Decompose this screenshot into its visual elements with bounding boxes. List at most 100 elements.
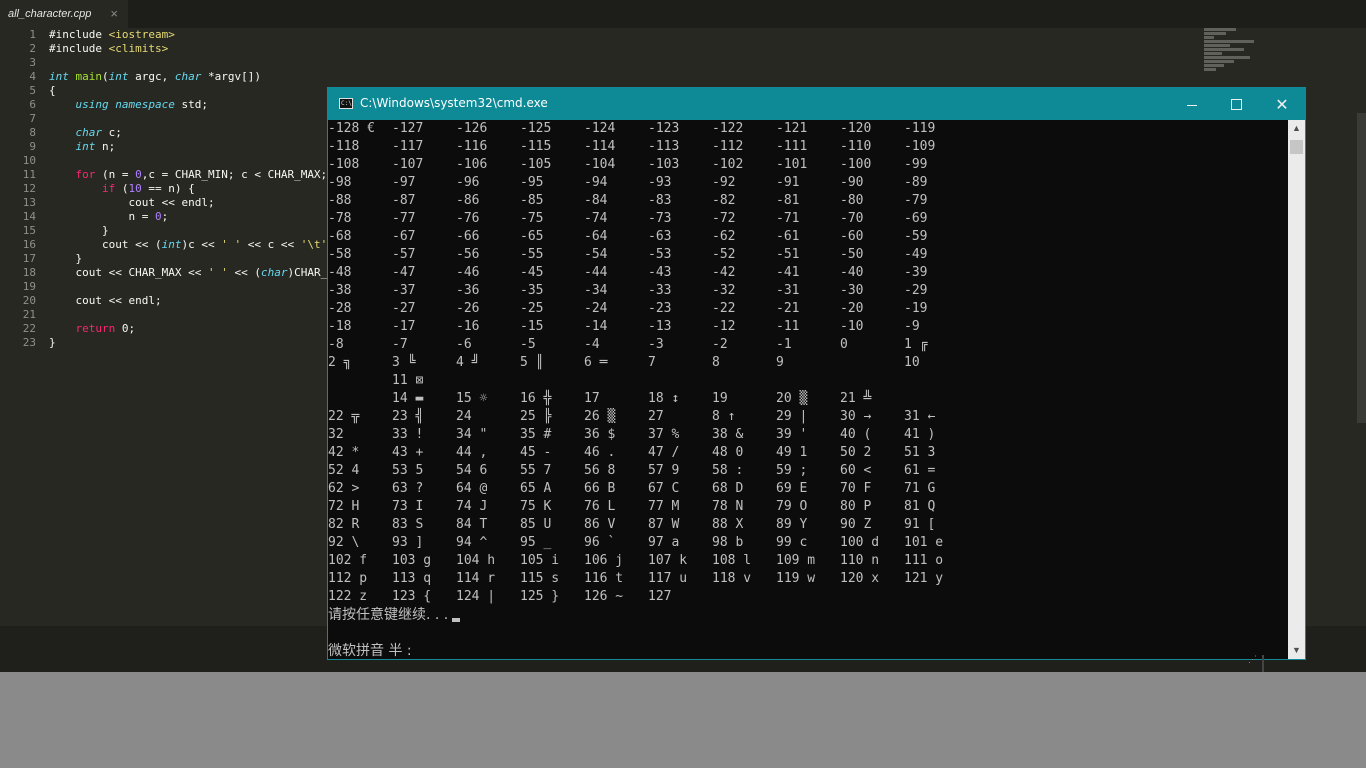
console-cell: 91 [ [904,517,936,532]
console-row: -98 -97 -96 -95 -94 -93 -92 -91 -90 -89 [328,174,1288,192]
code-line[interactable] [49,56,407,70]
console-cell: 89 Y [776,517,808,532]
console-row: 122 z 123 {124 | 125 } 126 ~ 127 [328,588,1288,606]
console-cell: -81 [776,193,800,208]
console-cell: -124 [584,121,616,136]
line-number-gutter: 1 2 3 4 5 6 7 8 9 10 11 12 13 14 15 16 17 18 19 20 21 22 23 [0,28,36,350]
console-cell: -88 [328,193,352,208]
code-line[interactable]: #include <climits> [49,42,407,56]
console-cell: -38 [328,283,352,298]
console-cell: 125 } [520,589,560,604]
console-cell: -26 [456,301,480,316]
line-number: 22 [22,322,36,335]
console-cell: -128 € [328,121,375,136]
console-cell: -14 [584,319,608,334]
console-cell: 119 w [776,571,816,586]
console-cell: -30 [840,283,864,298]
console-cell: -59 [904,229,928,244]
console-cell: -77 [392,211,416,226]
maximize-button[interactable] [1214,88,1258,120]
line-number: 8 [29,126,36,139]
maximize-icon [1230,98,1242,110]
console-cell: 66 B [584,481,616,496]
scroll-down-icon[interactable]: ▼ [1288,642,1305,659]
console-cell: 72 H [328,499,360,514]
console-cell: 45 - [520,445,552,460]
console-cell: -111 [776,139,808,154]
console-cell: -54 [584,247,608,262]
line-number: 18 [22,266,36,279]
console-cell: 20 ▒ [776,391,808,406]
console-cell: 14 ▬ [392,391,424,406]
console-cell: 106 j [584,553,624,568]
console-cell: -12 [712,319,736,334]
line-number: 14 [22,210,36,223]
console-cell: 81 Q [904,499,936,514]
resize-grip-icon[interactable]: ⋰ [1248,655,1257,665]
code-line[interactable]: #include <iostream> [49,28,407,42]
console-cell: 98 b [712,535,744,550]
console-cell: -95 [520,175,544,190]
console-cell: -2 [712,337,728,352]
console-row: 14 ▬ 15 ☼ 16 ╬ 17 18 ↕ 19 20 ▒ 21 ╩ [328,390,1288,408]
console-cell: -120 [840,121,872,136]
minimize-button[interactable] [1170,88,1214,120]
console-cell: -43 [648,265,672,280]
console-cell: -36 [456,283,480,298]
console-cell: -23 [648,301,672,316]
line-number: 2 [29,42,36,55]
minimap[interactable] [1204,28,1262,76]
console-cell: -51 [776,247,800,262]
close-button[interactable]: ✕ [1260,88,1304,120]
console-output[interactable]: -128 € -127 -126 -125 -124 -123 -122 -121 -120 -1… [328,120,1288,659]
cmd-title-bar[interactable]: C:\ C:\Windows\system32\cmd.exe ✕ [328,88,1305,120]
console-row: 2 ╗ 3 ╚ 4 ╝ 5 ║ 6 ═ 7 8 9 10 [328,354,1288,372]
console-row: 62 > 63 ? 64 @ 65 A 66 B 67 C 68 D 69 E 70 F 71 G [328,480,1288,498]
line-number: 5 [29,84,36,97]
editor-tab-bar: all_character.cpp × [0,0,1366,28]
close-tab-icon[interactable]: × [110,6,118,21]
console-cell: 126 ~ [584,589,624,604]
console-cell: -105 [520,157,552,172]
console-cell: -101 [776,157,808,172]
cmd-window[interactable]: C:\ C:\Windows\system32\cmd.exe ✕ -128 €… [327,87,1306,665]
console-cell: 104 h [456,553,496,568]
console-cell: -39 [904,265,928,280]
scroll-up-icon[interactable]: ▲ [1288,120,1305,137]
console-cell: -117 [392,139,424,154]
console-cell: 64 @ [456,481,488,496]
console-cell: 61 = [904,463,936,478]
console-row: -128 € -127 -126 -125 -124 -123 -122 -121 -120 -1… [328,120,1288,138]
console-cell: 76 L [584,499,616,514]
console-cell: 69 E [776,481,808,496]
console-scrollbar[interactable]: ▲ ▼ [1288,120,1305,659]
console-cell: -1 [776,337,792,352]
console-cell: 79 O [776,499,808,514]
console-cell: -122 [712,121,744,136]
console-row: 52 4 53 5 54 6 55 7 56 8 57 9 58 : 59 ; 60 < 61 = [328,462,1288,480]
console-cell: 96 ` [584,535,616,550]
console-cell: 117 u [648,571,688,586]
console-cell: 80 P [840,499,872,514]
console-cell: -76 [456,211,480,226]
window-edge [1262,655,1264,672]
console-cell: 33 ! [392,427,424,442]
console-row: -28 -27 -26 -25 -24 -23 -22 -21 -20 -19 [328,300,1288,318]
console-cell: -103 [648,157,680,172]
code-line[interactable]: int main(int argc, char *argv[]) [49,70,407,84]
console-cell: -65 [520,229,544,244]
scroll-thumb[interactable] [1290,140,1303,154]
editor-scrollbar[interactable] [1357,113,1366,423]
console-row: 72 H 73 I 74 J 75 K 76 L 77 M 78 N 79 O 80 P 81 Q [328,498,1288,516]
line-number: 23 [22,336,36,349]
console-cell: 11 ⊠ [392,373,424,388]
console-cell: 77 M [648,499,680,514]
console-cell: 6 ═ [584,355,608,370]
console-cell: 101 e [904,535,944,550]
console-cell: 75 K [520,499,552,514]
console-cell: -42 [712,265,736,280]
console-cell: 23 ╣ [392,409,424,424]
console-cell: -15 [520,319,544,334]
file-tab[interactable]: all_character.cpp × [0,0,128,28]
console-cell: 41 ) [904,427,936,442]
